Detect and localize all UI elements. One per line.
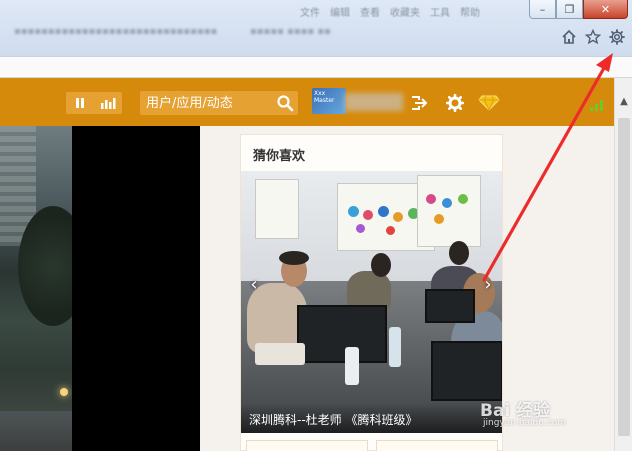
slide-books xyxy=(255,343,305,365)
minimize-icon: – xyxy=(539,2,546,16)
menu-view[interactable]: 查看 xyxy=(360,4,380,19)
avatar-text: Xxx Master xyxy=(314,90,335,104)
slide-poster xyxy=(417,175,481,247)
close-icon: ✕ xyxy=(600,2,611,16)
logout-arrow-icon xyxy=(412,96,428,110)
pause-icon xyxy=(76,98,84,108)
browser-address-strip xyxy=(0,56,632,78)
slide-head xyxy=(371,253,391,277)
browser-toolbar-icons xyxy=(560,28,626,46)
player-controls xyxy=(66,92,122,114)
browser-menu-bar: 文件 编辑 查看 收藏夹 工具 帮助 xyxy=(300,4,480,19)
avatar[interactable]: Xxx Master xyxy=(312,88,346,114)
menu-help[interactable]: 帮助 xyxy=(460,4,480,19)
home-icon[interactable] xyxy=(560,28,578,46)
search-icon[interactable] xyxy=(276,94,294,112)
slide-monitor xyxy=(431,341,502,401)
menu-favorites[interactable]: 收藏夹 xyxy=(390,4,420,19)
baidu-watermark: Bai 经验 jingyan.baidu.com xyxy=(480,396,600,436)
slide-bottle xyxy=(345,347,359,385)
diamond-icon xyxy=(478,95,500,111)
signal-icon xyxy=(590,96,604,111)
menu-tools[interactable]: 工具 xyxy=(430,4,450,19)
recommend-carousel[interactable]: 深圳腾科--杜老师 《腾科班级》 ‹ › xyxy=(241,171,502,433)
pause-button[interactable] xyxy=(66,92,94,114)
photo-lamp xyxy=(60,388,68,396)
favorites-star-icon[interactable] xyxy=(584,28,602,46)
settings-gear-icon xyxy=(446,94,464,112)
stats-button[interactable] xyxy=(94,92,122,114)
tools-gear-icon[interactable] xyxy=(608,28,626,46)
card-title: 猜你喜欢 xyxy=(253,149,306,164)
blurred-address-text: ▪▪▪▪▪▪▪▪▪▪▪▪▪▪▪▪▪▪▪▪▪▪▪▪▪▪▪▪▪▪ xyxy=(14,26,218,37)
browser-titlebar: 文件 编辑 查看 收藏夹 工具 帮助 ▪▪▪▪▪▪▪▪▪▪▪▪▪▪▪▪▪▪▪▪▪… xyxy=(0,0,632,56)
vip-diamond-button[interactable] xyxy=(478,92,500,114)
card-item-tile[interactable] xyxy=(376,440,498,451)
scroll-thumb[interactable] xyxy=(618,118,630,436)
blurred-username[interactable] xyxy=(345,93,403,111)
slide-head xyxy=(449,241,469,265)
photo-pond xyxy=(0,411,72,451)
menu-edit[interactable]: 编辑 xyxy=(330,4,350,19)
watermark-url: jingyan.baidu.com xyxy=(483,418,567,428)
slide-caption[interactable]: 深圳腾科--杜老师 《腾科班级》 xyxy=(249,411,417,428)
scroll-up-icon[interactable]: ▲ xyxy=(615,92,632,110)
carousel-next-icon[interactable]: › xyxy=(481,274,495,295)
slide-monitor xyxy=(425,289,475,323)
menu-file[interactable]: 文件 xyxy=(300,4,320,19)
slide-monitor xyxy=(297,305,387,363)
page-scrollbar[interactable]: ▲ xyxy=(614,78,632,451)
screenshot-root: 文件 编辑 查看 收藏夹 工具 帮助 ▪▪▪▪▪▪▪▪▪▪▪▪▪▪▪▪▪▪▪▪▪… xyxy=(0,0,632,451)
restore-icon: ❐ xyxy=(564,2,575,16)
blurred-tab-text: ▪▪▪▪▪ ▪▪▪▪ ▪▪ xyxy=(250,26,331,37)
close-button[interactable]: ✕ xyxy=(583,0,628,19)
slide-hair xyxy=(279,251,309,265)
site-settings-button[interactable] xyxy=(444,92,466,114)
site-search-input[interactable] xyxy=(146,94,266,112)
slide-poster xyxy=(255,179,299,239)
slide-bottle xyxy=(389,327,401,367)
logout-button[interactable] xyxy=(407,92,429,114)
video-panel xyxy=(72,126,200,451)
minimize-button[interactable]: – xyxy=(529,0,556,19)
carousel-prev-icon[interactable]: ‹ xyxy=(247,274,261,295)
bar-chart-icon xyxy=(101,98,116,109)
card-item-tile[interactable] xyxy=(246,440,368,451)
window-controls: – ❐ ✕ xyxy=(529,0,628,20)
site-search-box xyxy=(140,91,298,115)
background-photo xyxy=(0,126,72,451)
restore-button[interactable]: ❐ xyxy=(556,0,583,19)
